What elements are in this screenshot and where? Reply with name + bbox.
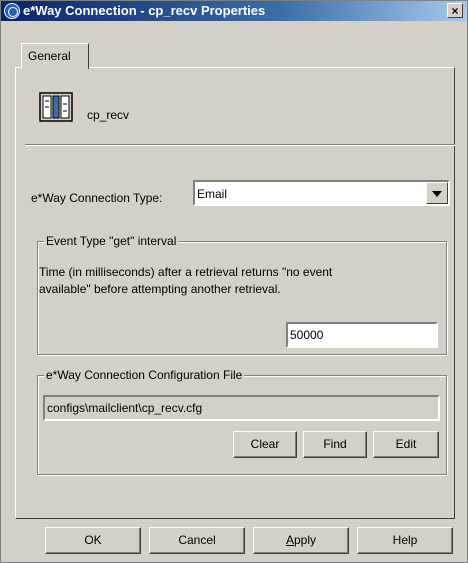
event-interval-legend: Event Type "get" interval [44, 234, 179, 248]
config-file-legend: e*Way Connection Configuration File [44, 368, 245, 382]
edit-button[interactable]: Edit [373, 431, 439, 458]
title-bar[interactable]: e*Way Connection - cp_recv Properties × [1, 1, 467, 21]
config-file-path: configs\mailclient\cp_recv.cfg [43, 395, 440, 421]
config-file-group: e*Way Connection Configuration File [37, 368, 447, 475]
connection-type-value: Email [197, 187, 228, 201]
connection-type-label: e*Way Connection Type: [31, 191, 163, 205]
event-interval-description: Time (in milliseconds) after a retrieval… [39, 265, 333, 296]
globe-icon [4, 3, 20, 19]
connection-icon [39, 92, 73, 122]
apply-button[interactable]: Apply [253, 527, 349, 554]
interval-input[interactable] [286, 322, 438, 348]
connection-name: cp_recv [87, 108, 130, 122]
tab-general[interactable]: General [21, 43, 89, 69]
properties-dialog: e*Way Connection - cp_recv Properties × … [0, 0, 468, 563]
help-button[interactable]: Help [357, 527, 453, 554]
separator [25, 144, 455, 146]
clear-button[interactable]: Clear [233, 431, 297, 458]
chevron-down-icon[interactable] [426, 182, 448, 204]
find-button[interactable]: Find [303, 431, 367, 458]
ok-button[interactable]: OK [45, 527, 141, 554]
cancel-button[interactable]: Cancel [149, 527, 245, 554]
apply-accelerator: A [285, 533, 294, 547]
apply-label-rest: pply [294, 533, 317, 547]
window-title: e*Way Connection - cp_recv Properties [23, 3, 266, 18]
tab-general-label: General [28, 49, 71, 63]
close-button[interactable]: × [447, 3, 463, 18]
connection-type-select[interactable]: Email [193, 180, 450, 206]
